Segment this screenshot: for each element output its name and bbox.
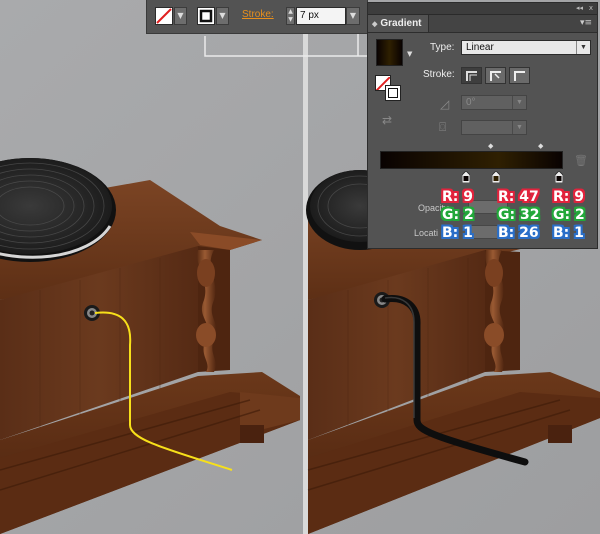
stop-2-green-value: G: 32 — [498, 207, 540, 223]
tab-gradient-label: Gradient — [380, 18, 422, 29]
collapse-icon[interactable]: ◂◂ — [576, 3, 583, 13]
stroke-gradient-label: Stroke: — [423, 69, 455, 80]
stop-1-rgb-annotation: R: 9 G: 2 B: 1 — [442, 188, 474, 242]
stroke-weight-dropdown[interactable]: ▼ — [346, 7, 360, 25]
stroke-indicator[interactable] — [385, 85, 401, 101]
none-fill-icon — [156, 8, 172, 24]
aspect-ratio-icon: ⌼ — [439, 120, 447, 134]
angle-select[interactable]: 0° ▼ — [461, 95, 527, 110]
panel-tab-strip: ◆ Gradient ▾≡ — [368, 15, 597, 33]
stroke-dropdown-arrow[interactable]: ▼ — [216, 7, 229, 25]
control-toolbar: ▼ ▼ Stroke: ▲ ▼ 7 px ▼ — [146, 0, 368, 34]
aspect-ratio-select[interactable]: ▼ — [461, 120, 527, 135]
stroke-swatch[interactable] — [197, 7, 215, 25]
type-select-value: Linear — [466, 42, 494, 53]
stop-2-blue-value: B: 26 — [498, 225, 539, 241]
fill-swatch[interactable] — [155, 7, 173, 25]
chevron-down-icon: ▼ — [512, 96, 526, 109]
panel-divider — [303, 0, 308, 534]
delete-stop-icon[interactable]: 🗑 — [574, 154, 588, 167]
stroke-along-icon — [490, 71, 501, 81]
stop-3-rgb-annotation: R: 9 G: 2 B: 1 — [553, 188, 585, 242]
chevron-down-icon: ▼ — [576, 41, 590, 54]
angle-icon: ◿ — [440, 97, 450, 111]
gradient-stop-2[interactable] — [492, 171, 500, 183]
angle-value: 0° — [466, 97, 476, 108]
stroke-across-button[interactable] — [509, 67, 530, 84]
stop-2-rgb-annotation: R: 47 G: 32 B: 26 — [498, 188, 539, 242]
reverse-gradient-icon[interactable]: ⇄ — [382, 113, 392, 127]
type-select[interactable]: Linear ▼ — [461, 40, 591, 55]
midpoint-diamond-icon[interactable]: ◆ — [538, 142, 543, 150]
stop-3-green-value: G: 2 — [553, 207, 585, 223]
stroke-along-button[interactable] — [485, 67, 506, 84]
stop-1-blue-value: B: 1 — [442, 225, 473, 241]
stop-3-red-value: R: 9 — [553, 189, 584, 205]
tab-toggle-icon[interactable]: ◆ — [372, 21, 377, 28]
spin-down-icon[interactable]: ▼ — [287, 16, 294, 24]
stroke-label-link[interactable]: Stroke: — [242, 9, 274, 20]
stop-1-green-value: G: 2 — [442, 207, 474, 223]
stop-2-red-value: R: 47 — [498, 189, 539, 205]
tab-gradient[interactable]: ◆ Gradient — [368, 15, 429, 32]
close-icon[interactable]: x — [589, 3, 593, 13]
type-label: Type: — [430, 42, 455, 53]
stroke-within-icon — [466, 71, 477, 81]
stroke-across-icon — [514, 71, 525, 81]
stroke-within-button[interactable] — [461, 67, 482, 84]
stroke-weight-input[interactable]: 7 px — [296, 7, 346, 25]
gradient-preview-swatch[interactable] — [376, 39, 403, 66]
stop-3-blue-value: B: 1 — [553, 225, 584, 241]
panel-menu-icon[interactable]: ▾≡ — [580, 17, 592, 29]
chevron-down-icon: ▼ — [512, 121, 526, 134]
stroke-square-icon — [199, 9, 213, 23]
spin-up-icon[interactable]: ▲ — [287, 8, 294, 16]
gradient-stop-3[interactable] — [555, 171, 563, 183]
preview-dropdown-icon[interactable]: ▼ — [407, 50, 412, 58]
fill-dropdown-arrow[interactable]: ▼ — [174, 7, 187, 25]
stroke-weight-stepper[interactable]: ▲ ▼ — [286, 7, 295, 25]
location-label: Locati — [414, 228, 439, 238]
gradient-stop-1[interactable] — [462, 171, 470, 183]
panel-titlebar: ◂◂ x — [368, 3, 597, 15]
stop-1-red-value: R: 9 — [442, 189, 473, 205]
gradient-slider[interactable] — [380, 151, 563, 169]
midpoint-diamond-icon[interactable]: ◆ — [488, 142, 493, 150]
